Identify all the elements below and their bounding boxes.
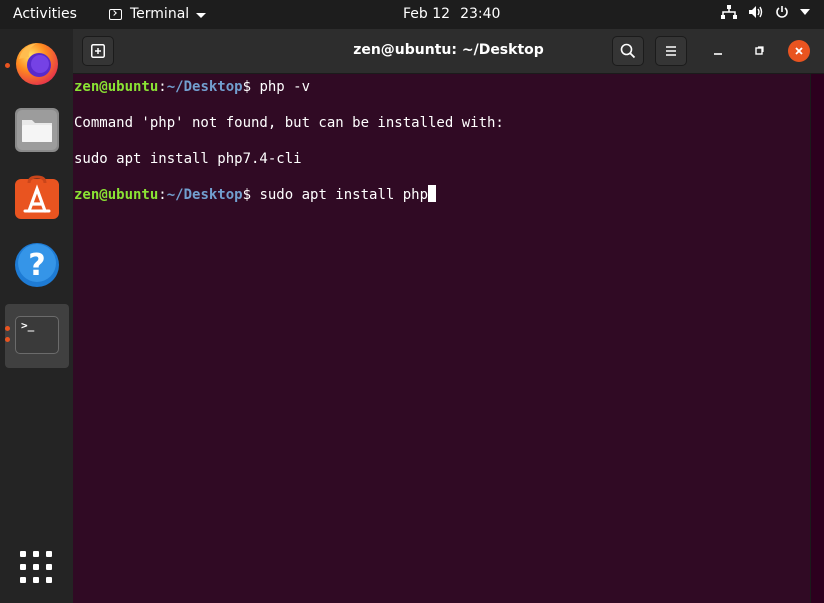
- terminal-line: zen@ubuntu:~/Desktop$ php -v: [74, 78, 310, 96]
- minimize-button[interactable]: [707, 40, 729, 62]
- prompt-user: zen@ubuntu: [74, 79, 159, 95]
- terminal-app-icon: [109, 8, 122, 20]
- dock-item-files[interactable]: [5, 100, 69, 162]
- activities-button[interactable]: Activities: [13, 6, 77, 22]
- show-apps-button[interactable]: [20, 551, 52, 583]
- terminal-line: Command 'php' not found, but can be inst…: [74, 114, 504, 132]
- hamburger-icon: [666, 46, 676, 56]
- firefox-icon: [16, 43, 58, 85]
- search-button[interactable]: [612, 36, 644, 66]
- close-icon: [795, 47, 803, 55]
- app-menu[interactable]: Terminal: [109, 6, 207, 22]
- close-button[interactable]: [788, 40, 810, 62]
- dock-item-terminal[interactable]: >_: [5, 304, 69, 368]
- running-indicator: [5, 326, 10, 331]
- dock-item-help[interactable]: ?: [5, 234, 69, 296]
- dock-item-software[interactable]: [5, 167, 69, 229]
- running-indicator: [5, 63, 10, 68]
- prompt-symbol: $: [242, 187, 260, 203]
- terminal-window: zen@ubuntu: ~/Desktop zen@ubuntu:~/Deskt…: [73, 29, 824, 603]
- terminal-icon: >_: [15, 316, 59, 354]
- prompt-path: ~/Desktop: [166, 187, 243, 203]
- dock-item-firefox[interactable]: [5, 33, 69, 95]
- power-icon[interactable]: [775, 5, 789, 19]
- menu-button[interactable]: [655, 36, 687, 66]
- maximize-button[interactable]: [748, 40, 770, 62]
- clock-date: Feb 12: [403, 6, 451, 22]
- software-icon: [15, 175, 59, 219]
- command-input[interactable]: sudo apt install php: [259, 187, 428, 203]
- help-glyph: ?: [28, 248, 45, 283]
- output-text: sudo apt install php7.4-cli: [74, 151, 302, 167]
- text-cursor: [428, 185, 437, 202]
- files-icon: [15, 108, 59, 152]
- top-bar: Activities Terminal Feb 12 23:40: [0, 0, 824, 29]
- chevron-down-icon[interactable]: [800, 8, 810, 16]
- terminal-glyph: >_: [21, 319, 35, 332]
- search-icon: [620, 43, 636, 59]
- prompt-symbol: $: [242, 79, 260, 95]
- running-indicator: [5, 337, 10, 342]
- terminal-scrollbar[interactable]: [810, 74, 824, 603]
- terminal-content[interactable]: zen@ubuntu:~/Desktop$ php -v Command 'ph…: [73, 74, 810, 603]
- output-text: Command 'php' not found, but can be inst…: [74, 115, 504, 131]
- restore-icon: [755, 46, 764, 55]
- header-bar[interactable]: zen@ubuntu: ~/Desktop: [73, 29, 824, 74]
- dock: ? >_: [0, 29, 73, 603]
- app-menu-label: Terminal: [130, 6, 190, 22]
- system-tray[interactable]: [721, 5, 810, 19]
- clock-time: 23:40: [460, 6, 501, 22]
- clock[interactable]: Feb 12 23:40: [403, 6, 500, 22]
- help-icon: ?: [15, 243, 59, 287]
- prompt-user: zen@ubuntu: [74, 187, 159, 203]
- chevron-down-icon: [196, 12, 207, 18]
- command-text: php -v: [259, 79, 311, 95]
- prompt-colon: :: [158, 187, 167, 203]
- minimize-icon: [714, 53, 722, 55]
- network-icon[interactable]: [721, 5, 737, 19]
- prompt-colon: :: [158, 79, 167, 95]
- prompt-path: ~/Desktop: [166, 79, 243, 95]
- app-grid-icon: [20, 551, 52, 583]
- volume-icon[interactable]: [748, 5, 764, 19]
- terminal-line: sudo apt install php7.4-cli: [74, 150, 302, 168]
- terminal-line: zen@ubuntu:~/Desktop$ sudo apt install p…: [74, 185, 437, 204]
